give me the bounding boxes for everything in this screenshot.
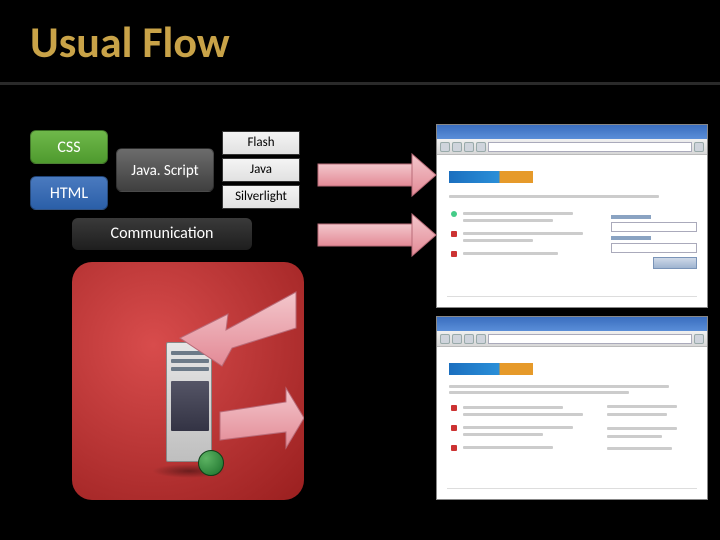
communication-box: Communication [72, 218, 252, 250]
server-panel [72, 262, 304, 500]
login-form [611, 215, 697, 271]
browser-toolbar [437, 139, 707, 155]
html-box: HTML [30, 176, 108, 210]
site-logo-icon [449, 171, 533, 183]
back-button-icon [440, 334, 450, 344]
go-button-icon [694, 334, 704, 344]
arrow-comm-to-browser-icon [318, 214, 436, 256]
title-underline [0, 82, 720, 85]
java-box: Java [222, 158, 300, 182]
home-button-icon [476, 142, 486, 152]
browser-window-bottom [436, 316, 708, 500]
arrow-client-to-browser-icon [318, 154, 436, 196]
form-input [611, 243, 697, 253]
forward-button-icon [452, 334, 462, 344]
arrow-from-server-icon [72, 262, 304, 500]
browser-titlebar [437, 317, 707, 331]
refresh-button-icon [464, 142, 474, 152]
go-button-icon [694, 142, 704, 152]
form-input [611, 222, 697, 232]
browser-content [437, 155, 707, 307]
browser-toolbar [437, 331, 707, 347]
browser-window-top [436, 124, 708, 308]
site-logo-icon [449, 363, 533, 375]
address-bar [488, 142, 692, 152]
forward-button-icon [452, 142, 462, 152]
silverlight-box: Silverlight [222, 185, 300, 209]
form-button [653, 257, 697, 269]
browser-titlebar [437, 125, 707, 139]
browser-content [437, 347, 707, 499]
refresh-button-icon [464, 334, 474, 344]
css-box: CSS [30, 130, 108, 164]
address-bar [488, 334, 692, 344]
slide-title: Usual Flow [30, 15, 230, 69]
home-button-icon [476, 334, 486, 344]
back-button-icon [440, 142, 450, 152]
flash-box: Flash [222, 131, 300, 155]
javascript-box: Java. Script [116, 148, 214, 192]
